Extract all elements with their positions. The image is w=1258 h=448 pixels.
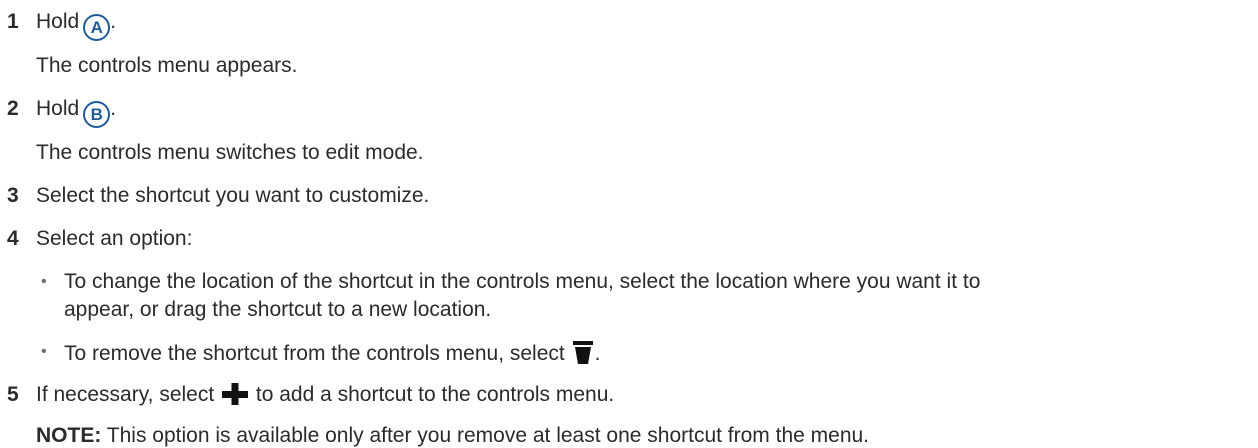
b-button-icon: B xyxy=(83,101,111,128)
step-2-result: The controls menu switches to edit mode. xyxy=(36,141,424,164)
step-number: 2 xyxy=(7,97,19,120)
a-button-icon: A xyxy=(83,14,111,41)
step-number: 1 xyxy=(7,10,19,33)
bullet-dot: • xyxy=(41,273,47,290)
note: NOTE: This option is available only afte… xyxy=(36,424,869,448)
instruction-document: 1 Hold A. The controls menu appears. 2 Ho… xyxy=(0,0,1258,447)
option-text: To change the location of the shortcut i… xyxy=(64,270,981,293)
step-text: Hold B. xyxy=(36,97,116,128)
step-number: 3 xyxy=(7,184,19,207)
step-text: Hold A. xyxy=(36,10,116,41)
step-text: Select an option: xyxy=(36,227,193,250)
step-text: Select the shortcut you want to customiz… xyxy=(36,184,430,207)
step-number: 5 xyxy=(7,383,19,406)
step-number: 4 xyxy=(7,227,19,250)
note-text: This option is available only after you … xyxy=(106,424,870,447)
option-text: appear, or drag the shortcut to a new lo… xyxy=(64,298,492,321)
step-1-result: The controls menu appears. xyxy=(36,54,298,77)
note-label: NOTE: xyxy=(36,424,102,447)
step-text: If necessary, select to add a shortcut t… xyxy=(36,383,614,411)
bullet-dot: • xyxy=(41,343,47,360)
option-text: To remove the shortcut from the controls… xyxy=(64,340,600,370)
trash-icon xyxy=(572,340,593,370)
plus-icon xyxy=(222,383,249,411)
